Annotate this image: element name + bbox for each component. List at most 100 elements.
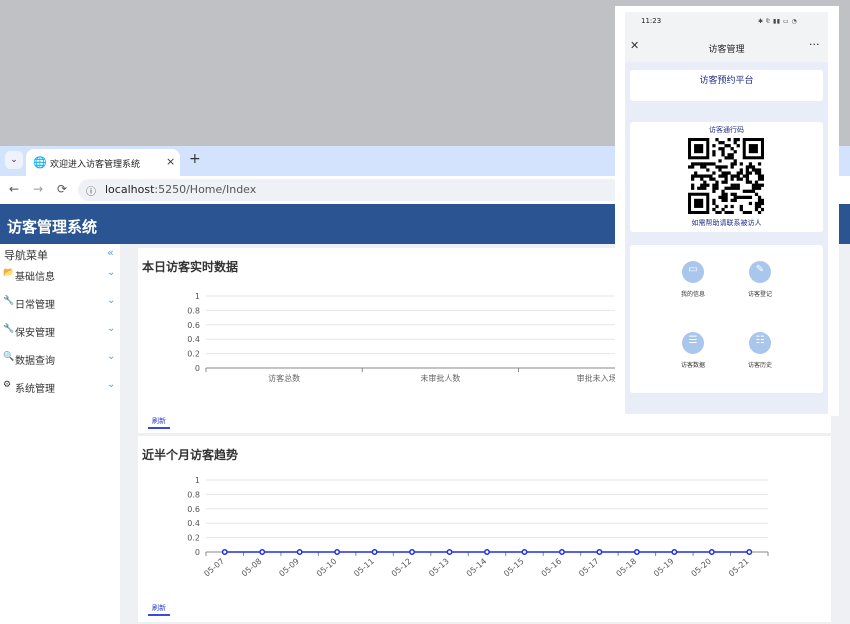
list-glyph: ☰ (688, 335, 698, 346)
qr-module (724, 180, 728, 184)
data-point (633, 549, 640, 555)
qr-module (700, 162, 704, 166)
qr-module (733, 192, 737, 196)
visitor-history-button[interactable]: ☷ 访客历史 (730, 332, 790, 369)
trend-refresh-link[interactable]: 刷新 (152, 603, 166, 613)
qr-module (754, 183, 759, 187)
qr-module (742, 174, 746, 178)
sidebar-item-system-management[interactable]: ⚙ 系统管理 ⌄ (0, 378, 120, 398)
qr-module (703, 180, 707, 184)
qr-module (733, 186, 737, 190)
qr-module (715, 138, 719, 142)
qr-module (718, 159, 722, 163)
forward-icon[interactable]: → (33, 182, 43, 196)
edit-glyph: ✎ (755, 264, 765, 275)
y-tick-label: 0.2 (187, 350, 200, 359)
gear-icon: ⚙ (3, 380, 12, 390)
globe-icon: 🌐 (33, 156, 47, 169)
qr-finder-core (748, 144, 758, 154)
data-point (521, 549, 528, 555)
chevron-down-icon: ⌄ (107, 267, 116, 278)
more-icon[interactable]: ··· (809, 38, 820, 51)
history-glyph: ☷ (755, 335, 765, 346)
qr-module (739, 162, 743, 166)
back-icon[interactable]: ← (9, 182, 19, 196)
sidebar-item-security-management[interactable]: 🔧 保安管理 ⌄ (0, 322, 120, 342)
x-tick-label: 05-16 (540, 557, 564, 579)
qr-module (730, 204, 734, 209)
qr-module (709, 177, 713, 181)
visitor-data-button[interactable]: ☰ 访客数据 (663, 332, 723, 369)
qr-module (712, 153, 716, 157)
qr-module (721, 171, 725, 175)
qr-module (700, 174, 704, 178)
trend-line-chart: 0 0.2 0.4 0.6 0.8 1 05-07 05-08 05-09 05-10 05-11 0… (187, 476, 769, 579)
sidebar-item-basic-info[interactable]: 📂 基础信息 ⌄ (0, 266, 120, 286)
new-tab-button[interactable]: + (189, 151, 201, 167)
qr-module (751, 165, 756, 169)
qr-finder-core (694, 198, 704, 208)
function-label: 我的信息 (680, 291, 705, 298)
tab-search-button[interactable]: ⌄ (5, 151, 23, 169)
chevron-down-icon: ⌄ (107, 351, 116, 362)
x-tick-label: 05-19 (652, 557, 676, 579)
qr-module (733, 162, 737, 166)
status-time: 11:23 (641, 17, 662, 25)
qr-module (745, 174, 749, 178)
qr-module (724, 210, 728, 214)
tab-close-icon[interactable]: × (166, 155, 175, 168)
x-tick-label: 05-11 (352, 557, 376, 579)
qr-module (691, 174, 695, 178)
qr-module (691, 177, 695, 181)
qr-module (757, 201, 762, 206)
x-tick-label: 05-15 (502, 557, 526, 579)
sidebar-title: 导航菜单 (4, 249, 48, 262)
qr-module (712, 171, 716, 175)
qr-module (721, 192, 725, 196)
qr-module (721, 165, 725, 169)
qr-module (715, 183, 719, 187)
sidebar-item-label: 保安管理 (15, 328, 55, 339)
qr-module (712, 162, 716, 166)
visitor-register-button[interactable]: ✎ 访客登记 (730, 261, 790, 298)
qr-module (712, 186, 716, 190)
chevron-down-icon: ⌄ (107, 295, 116, 306)
qr-module (706, 168, 710, 172)
qr-module (724, 165, 728, 169)
qr-module (748, 195, 753, 199)
qr-module (730, 177, 734, 181)
qr-module (721, 174, 725, 178)
qr-module (697, 162, 701, 166)
qr-module (724, 204, 728, 209)
mobile-nav-bar: ✕ 访客管理 ··· (625, 32, 828, 62)
qr-module (730, 186, 734, 190)
qr-module (757, 204, 762, 209)
sidebar: 导航菜单 « 📂 基础信息 ⌄ 🔧 日常管理 ⌄ 🔧 保安管理 ⌄ 🔍 数据查询… (0, 244, 120, 624)
qr-module (751, 183, 756, 187)
qr-module (703, 165, 707, 169)
sidebar-item-label: 基础信息 (15, 272, 55, 283)
collapse-icon[interactable]: « (107, 246, 114, 259)
wrench-icon: 🔧 (3, 296, 15, 306)
qr-code (688, 138, 764, 214)
qr-module (757, 174, 762, 178)
qr-module (712, 201, 716, 206)
sidebar-item-daily-management[interactable]: 🔧 日常管理 ⌄ (0, 294, 120, 314)
realtime-refresh-link[interactable]: 刷新 (152, 416, 166, 426)
qr-module (727, 171, 731, 175)
reload-icon[interactable]: ⟳ (57, 182, 67, 196)
qr-module (751, 189, 756, 193)
data-point (671, 549, 678, 555)
qr-module (712, 183, 716, 187)
qr-module (733, 174, 737, 178)
my-info-button[interactable]: ▭ 我的信息 (663, 261, 723, 298)
edit-icon: ✎ (749, 261, 771, 283)
qr-module (748, 180, 753, 184)
qr-module (718, 141, 722, 145)
qr-module (706, 174, 710, 178)
sidebar-item-data-query[interactable]: 🔍 数据查询 ⌄ (0, 350, 120, 370)
y-tick-label: 0.6 (187, 321, 200, 330)
site-info-icon[interactable]: ⓘ (86, 183, 96, 198)
qr-module (736, 174, 740, 178)
browser-tab[interactable]: 🌐 欢迎进入访客管理系统 × (26, 149, 180, 176)
